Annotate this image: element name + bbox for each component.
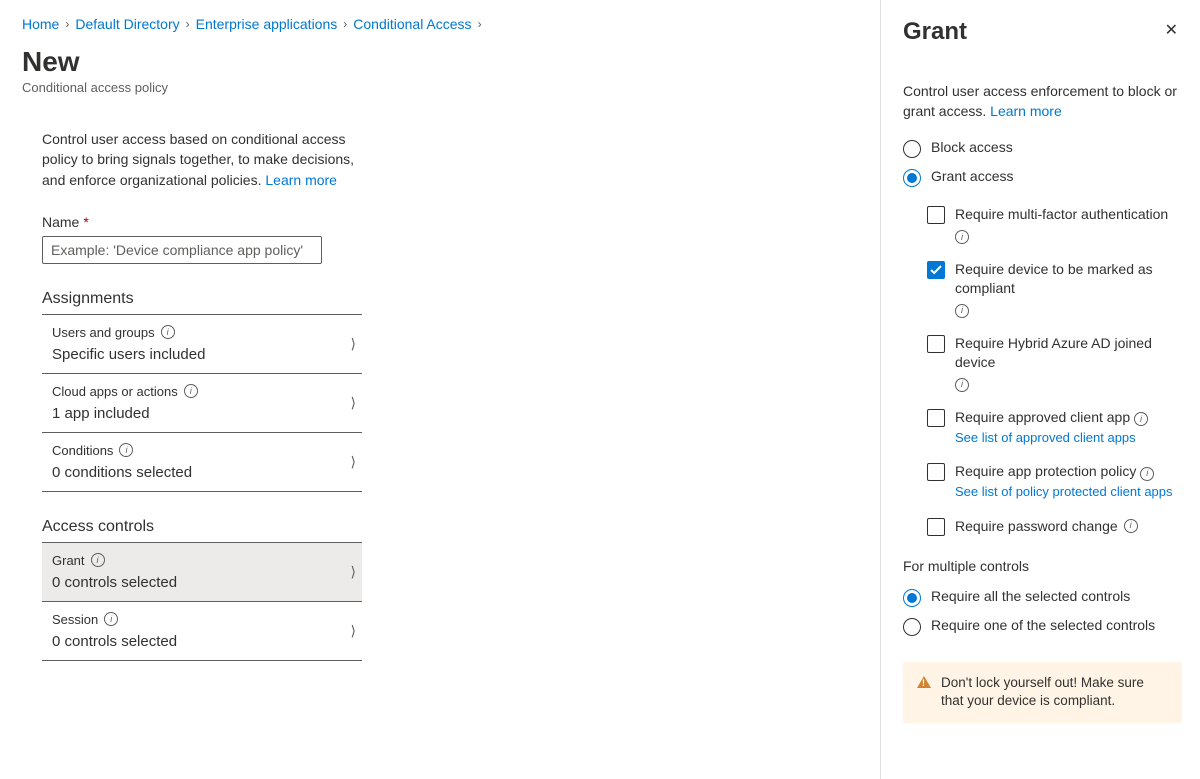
info-icon[interactable]: [119, 443, 133, 457]
info-icon[interactable]: [1140, 467, 1154, 481]
breadcrumb-enterprise-applications[interactable]: Enterprise applications: [196, 16, 338, 32]
intro-text: Control user access based on conditional…: [42, 129, 362, 190]
assignments-cloud-apps[interactable]: Cloud apps or actions 1 app included ⟩: [42, 374, 362, 433]
warning-icon: [917, 676, 931, 688]
row-label: Conditions: [52, 443, 113, 458]
row-value: Specific users included: [52, 346, 358, 363]
row-value: 0 controls selected: [52, 633, 358, 650]
row-label: Grant: [52, 553, 85, 568]
checkbox-label: Require multi-factor authentication: [955, 205, 1168, 224]
breadcrumb-home[interactable]: Home: [22, 16, 59, 32]
warning-banner: Don't lock yourself out! Make sure that …: [903, 662, 1182, 724]
checkbox-icon: [927, 335, 945, 353]
access-controls-grant[interactable]: Grant 0 controls selected ⟩: [42, 543, 362, 602]
chevron-right-icon: ›: [343, 17, 347, 31]
policy-protected-apps-link[interactable]: See list of policy protected client apps: [955, 483, 1173, 501]
checkbox-label: Require approved client app: [955, 409, 1130, 425]
info-icon[interactable]: [955, 230, 969, 244]
chevron-right-icon: ›: [65, 17, 69, 31]
radio-icon: [903, 589, 921, 607]
checkbox-icon: [927, 409, 945, 427]
breadcrumb-default-directory[interactable]: Default Directory: [75, 16, 179, 32]
row-label: Cloud apps or actions: [52, 384, 178, 399]
chevron-right-icon: ⟩: [351, 563, 356, 580]
checkbox-label: Require Hybrid Azure AD joined device: [955, 334, 1182, 372]
page-subtitle: Conditional access policy: [22, 80, 856, 95]
checkbox-icon: [927, 206, 945, 224]
info-icon[interactable]: [161, 325, 175, 339]
info-icon[interactable]: [184, 384, 198, 398]
assignments-header: Assignments: [42, 290, 362, 315]
learn-more-link[interactable]: Learn more: [265, 172, 337, 188]
panel-intro: Control user access enforcement to block…: [903, 82, 1182, 121]
row-value: 0 conditions selected: [52, 464, 358, 481]
main-panel: Home › Default Directory › Enterprise ap…: [0, 0, 880, 779]
radio-grant-access[interactable]: Grant access: [903, 168, 1182, 187]
chevron-right-icon: ⟩: [351, 453, 356, 470]
check-require-approved-client-app[interactable]: Require approved client app See list of …: [927, 408, 1182, 446]
breadcrumb: Home › Default Directory › Enterprise ap…: [22, 16, 856, 32]
row-label: Session: [52, 612, 98, 627]
approved-client-apps-link[interactable]: See list of approved client apps: [955, 429, 1148, 447]
warning-text: Don't lock yourself out! Make sure that …: [941, 674, 1168, 712]
info-icon[interactable]: [104, 612, 118, 626]
panel-title: Grant: [903, 18, 967, 46]
chevron-right-icon: ›: [478, 17, 482, 31]
radio-label: Require all the selected controls: [931, 588, 1130, 604]
page-title: New: [22, 46, 856, 78]
checkbox-icon: [927, 261, 945, 279]
info-icon[interactable]: [1134, 412, 1148, 426]
grant-panel: Grant ✕ Control user access enforcement …: [880, 0, 1200, 779]
check-require-hybrid-aad[interactable]: Require Hybrid Azure AD joined device: [927, 334, 1182, 392]
name-label: Name*: [42, 214, 362, 230]
chevron-right-icon: ⟩: [351, 394, 356, 411]
chevron-right-icon: ⟩: [351, 622, 356, 639]
access-controls-header: Access controls: [42, 518, 362, 543]
checkbox-icon: [927, 518, 945, 536]
checkbox-label: Require app protection policy: [955, 463, 1136, 479]
radio-require-all-controls[interactable]: Require all the selected controls: [903, 588, 1182, 607]
row-label: Users and groups: [52, 325, 155, 340]
chevron-right-icon: ⟩: [351, 335, 356, 352]
check-require-app-protection-policy[interactable]: Require app protection policy See list o…: [927, 462, 1182, 500]
access-controls-session[interactable]: Session 0 controls selected ⟩: [42, 602, 362, 661]
assignments-users-and-groups[interactable]: Users and groups Specific users included…: [42, 315, 362, 374]
breadcrumb-conditional-access[interactable]: Conditional Access: [353, 16, 471, 32]
info-icon[interactable]: [955, 378, 969, 392]
radio-label: Grant access: [931, 168, 1013, 184]
radio-icon: [903, 140, 921, 158]
chevron-right-icon: ›: [186, 17, 190, 31]
multiple-controls-header: For multiple controls: [903, 558, 1182, 574]
panel-learn-more-link[interactable]: Learn more: [990, 103, 1062, 119]
info-icon[interactable]: [1124, 519, 1138, 533]
checkbox-label: Require password change: [955, 517, 1118, 536]
check-require-password-change[interactable]: Require password change: [927, 517, 1182, 536]
info-icon[interactable]: [91, 553, 105, 567]
checkbox-icon: [927, 463, 945, 481]
close-icon: ✕: [1165, 22, 1178, 39]
radio-label: Require one of the selected controls: [931, 617, 1155, 633]
check-require-mfa[interactable]: Require multi-factor authentication: [927, 205, 1182, 244]
radio-icon: [903, 618, 921, 636]
name-input[interactable]: [42, 236, 322, 264]
checkbox-label: Require device to be marked as compliant: [955, 260, 1182, 298]
radio-label: Block access: [931, 139, 1013, 155]
info-icon[interactable]: [955, 304, 969, 318]
grant-controls-list: Require multi-factor authentication Requ…: [927, 205, 1182, 535]
assignments-conditions[interactable]: Conditions 0 conditions selected ⟩: [42, 433, 362, 492]
check-require-compliant-device[interactable]: Require device to be marked as compliant: [927, 260, 1182, 318]
radio-icon: [903, 169, 921, 187]
close-button[interactable]: ✕: [1161, 18, 1182, 42]
row-value: 0 controls selected: [52, 574, 358, 591]
content-column: Control user access based on conditional…: [42, 129, 362, 661]
radio-require-one-control[interactable]: Require one of the selected controls: [903, 617, 1182, 636]
radio-block-access[interactable]: Block access: [903, 139, 1182, 158]
row-value: 1 app included: [52, 405, 358, 422]
